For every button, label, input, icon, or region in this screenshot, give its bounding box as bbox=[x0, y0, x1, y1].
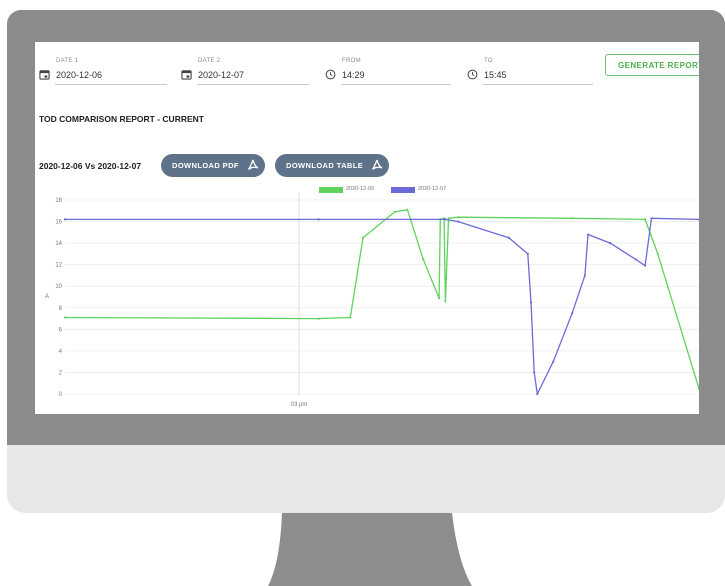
from-label: FROM bbox=[342, 58, 361, 64]
generate-report-button[interactable]: GENERATE REPORT bbox=[605, 54, 699, 76]
comparison-label: 2020-12-06 Vs 2020-12-07 bbox=[39, 161, 142, 171]
monitor-stand bbox=[268, 513, 472, 586]
date1-value[interactable]: 2020-12-06 bbox=[56, 70, 102, 80]
calendar-icon[interactable] bbox=[39, 69, 50, 80]
to-time-field[interactable]: TO 15:45 bbox=[463, 50, 603, 85]
data-point[interactable] bbox=[634, 258, 637, 261]
y-tick-label: 12 bbox=[55, 263, 62, 269]
y-tick-label: 0 bbox=[59, 392, 63, 398]
data-point[interactable] bbox=[609, 242, 612, 245]
date2-field[interactable]: DATE 2 2020-12-07 bbox=[177, 50, 317, 85]
y-tick-label: 14 bbox=[55, 241, 62, 247]
data-point[interactable] bbox=[422, 258, 425, 261]
data-point[interactable] bbox=[63, 316, 67, 319]
data-point[interactable] bbox=[447, 217, 450, 220]
from-underline bbox=[341, 84, 451, 85]
data-point[interactable] bbox=[536, 392, 539, 396]
data-point[interactable] bbox=[644, 218, 647, 221]
y-tick-label: 8 bbox=[59, 306, 63, 312]
date2-value[interactable]: 2020-12-07 bbox=[198, 70, 244, 80]
data-point[interactable] bbox=[644, 264, 647, 267]
monitor-chin bbox=[7, 445, 725, 513]
clock-icon[interactable] bbox=[325, 69, 336, 80]
to-underline bbox=[483, 84, 593, 85]
data-point[interactable] bbox=[697, 218, 699, 221]
pdf-icon bbox=[247, 159, 259, 170]
data-point[interactable] bbox=[444, 300, 447, 303]
date1-field[interactable]: DATE 1 2020-12-06 bbox=[35, 50, 175, 85]
data-point[interactable] bbox=[650, 217, 653, 220]
data-point[interactable] bbox=[529, 301, 533, 304]
app-screen: DATE 1 2020-12-06 DATE 2 2020-12-07 FROM… bbox=[35, 42, 699, 414]
y-tick-label: 10 bbox=[55, 284, 62, 290]
pdf-icon bbox=[371, 159, 383, 170]
download-table-button[interactable]: DOWNLOAD TABLE bbox=[275, 154, 389, 177]
data-point[interactable] bbox=[457, 220, 460, 223]
line-chart: 0 2 4 6 8 10 12 14 16 18 A 03 pm bbox=[45, 192, 699, 408]
date2-label: DATE 2 bbox=[198, 58, 221, 64]
y-tick-label: 6 bbox=[59, 327, 63, 333]
y-tick-label: 4 bbox=[59, 349, 63, 355]
data-point[interactable] bbox=[571, 312, 574, 315]
y-axis-label: A bbox=[45, 294, 49, 300]
data-point[interactable] bbox=[656, 252, 659, 255]
data-point[interactable] bbox=[406, 208, 409, 211]
data-point[interactable] bbox=[552, 360, 555, 363]
y-tick-label: 2 bbox=[59, 370, 63, 376]
download-table-label: DOWNLOAD TABLE bbox=[286, 161, 364, 170]
data-point[interactable] bbox=[526, 252, 529, 255]
data-point[interactable] bbox=[349, 316, 352, 319]
data-point[interactable] bbox=[507, 236, 510, 239]
chart-series bbox=[63, 208, 699, 396]
data-point[interactable] bbox=[63, 218, 67, 221]
calendar-icon[interactable] bbox=[181, 69, 192, 80]
data-point[interactable] bbox=[583, 274, 587, 277]
data-point[interactable] bbox=[438, 297, 441, 300]
data-point[interactable] bbox=[317, 218, 320, 221]
series-line-2[interactable] bbox=[65, 217, 699, 395]
to-value[interactable]: 15:45 bbox=[484, 70, 507, 80]
from-time-field[interactable]: FROM 14:29 bbox=[321, 50, 461, 85]
date2-underline bbox=[197, 84, 309, 85]
x-tick-label: 03 pm bbox=[291, 402, 308, 408]
to-label: TO bbox=[484, 58, 493, 64]
data-point[interactable] bbox=[361, 236, 365, 239]
clock-icon[interactable] bbox=[467, 69, 478, 80]
data-point[interactable] bbox=[444, 218, 447, 221]
data-point[interactable] bbox=[697, 387, 699, 390]
report-title: TOD COMPARISON REPORT - CURRENT bbox=[39, 114, 204, 124]
chart-grid bbox=[65, 199, 699, 395]
y-axis-ticks: 0 2 4 6 8 10 12 14 16 18 bbox=[55, 198, 62, 398]
series-line-1[interactable] bbox=[64, 209, 699, 389]
date1-underline bbox=[55, 84, 167, 85]
data-point[interactable] bbox=[533, 371, 536, 374]
y-tick-label: 18 bbox=[55, 198, 62, 204]
data-point[interactable] bbox=[571, 217, 574, 220]
data-point[interactable] bbox=[586, 233, 590, 236]
download-pdf-button[interactable]: DOWNLOAD PDF bbox=[161, 154, 265, 177]
y-tick-label: 16 bbox=[55, 220, 62, 226]
from-value[interactable]: 14:29 bbox=[342, 70, 365, 80]
date1-label: DATE 1 bbox=[56, 58, 79, 64]
data-point[interactable] bbox=[457, 216, 460, 219]
data-point[interactable] bbox=[317, 317, 320, 320]
download-pdf-label: DOWNLOAD PDF bbox=[172, 161, 239, 170]
data-point[interactable] bbox=[393, 210, 396, 213]
